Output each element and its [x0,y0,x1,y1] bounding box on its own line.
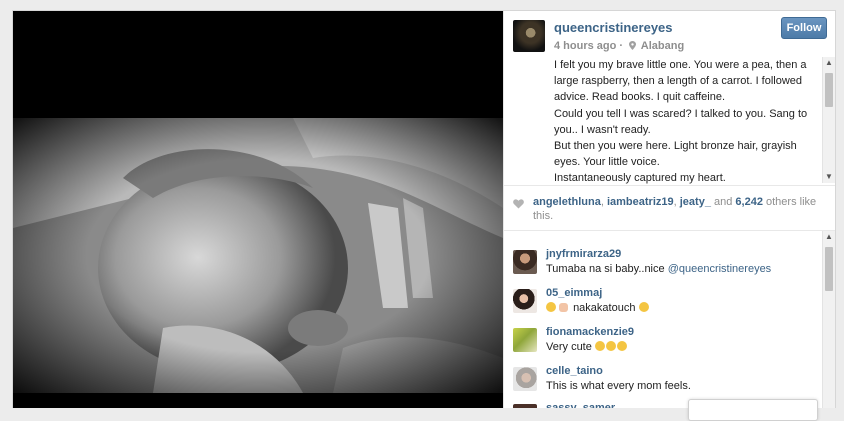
follow-button[interactable]: Follow [781,17,827,39]
commenter-avatar[interactable] [513,289,537,313]
comment-username[interactable]: celle_taino [546,365,603,377]
comment-username[interactable]: fionamackenzie9 [546,326,634,338]
location-pin-icon [629,41,637,50]
likes-and: and [710,196,736,208]
heart-eyes-emoji-icon [546,302,556,312]
heart-eyes-emoji-icon [616,341,627,351]
arrow-up-icon[interactable]: ▲ [823,57,835,69]
comment-username[interactable]: sassy_samer [546,402,615,408]
post-time[interactable]: 4 hours ago [554,40,616,52]
comment-item: celle_taino This is what every mom feels… [504,365,822,401]
post-location[interactable]: Alabang [641,40,684,52]
liker-link[interactable]: jeaty_ [680,196,711,208]
likes-separator: , [673,196,677,208]
post-sidebar: queencristinereyes 4 hours ago · Alabang… [503,11,835,408]
comments-scrollbar[interactable]: ▲ [822,231,835,408]
author-username[interactable]: queencristinereyes [554,20,673,35]
baby-photo-image [13,118,503,393]
comment-body: Very cute [546,341,595,353]
author-avatar[interactable] [513,20,545,52]
comment-body: This is what every mom feels. [546,380,691,392]
arrow-down-icon[interactable]: ▼ [823,171,835,183]
heart-icon[interactable] [513,198,524,209]
comment-text: Very cute [546,341,628,353]
heart-eyes-emoji-icon [638,302,649,312]
comment-input-popup[interactable] [688,399,818,421]
liker-link[interactable]: angelethluna [533,196,601,208]
meta-separator: · [619,40,624,52]
commenter-avatar[interactable] [513,404,537,408]
comment-text: Tumaba na si baby..nice @queencristinere… [546,263,771,275]
post-meta: 4 hours ago · Alabang [554,40,684,52]
caption-line: Instantaneously captured my heart. [554,172,726,184]
post-modal: queencristinereyes 4 hours ago · Alabang… [12,10,836,408]
likes-section: angelethluna, iambeatriz19, jeaty_ and 6… [504,185,835,231]
heart-eyes-emoji-icon [605,341,616,351]
comment-item: 05_eimmaj nakakatouch [504,287,822,323]
post-photo[interactable] [13,11,503,408]
commenter-avatar[interactable] [513,250,537,274]
comment-text: nakakatouch [546,302,650,314]
comments-list: jnyfrmirarza29 Tumaba na si baby..nice @… [504,231,822,408]
caption-line: I felt you my brave little one. You were… [554,59,807,104]
comment-text: This is what every mom feels. [546,380,691,392]
hand-emoji-icon [559,303,568,312]
caption-line: But then you were here. Light bronze hai… [554,140,797,169]
comment-body: Tumaba na si baby..nice [546,263,668,275]
caption-scroll-thumb[interactable] [825,73,833,107]
comment-item: jnyfrmirarza29 Tumaba na si baby..nice @… [504,248,822,284]
comment-username[interactable]: 05_eimmaj [546,287,602,299]
liker-link[interactable]: iambeatriz19 [607,196,674,208]
likes-count[interactable]: 6,242 [735,196,763,208]
likes-text: angelethluna, iambeatriz19, jeaty_ and 6… [533,196,823,223]
commenter-avatar[interactable] [513,367,537,391]
comment-username[interactable]: jnyfrmirarza29 [546,248,621,260]
caption-line: Could you tell I was scared? I talked to… [554,107,808,136]
likes-separator: , [600,196,604,208]
arrow-up-icon[interactable]: ▲ [823,231,835,243]
comment-body: nakakatouch [573,302,636,314]
post-header: queencristinereyes 4 hours ago · Alabang… [504,11,835,52]
comment-mention[interactable]: @queencristinereyes [668,263,772,275]
commenter-avatar[interactable] [513,328,537,352]
comments-scroll-thumb[interactable] [825,247,833,291]
comment-item: fionamackenzie9 Very cute [504,326,822,362]
post-caption: I felt you my brave little one. You were… [554,57,816,184]
heart-eyes-emoji-icon [594,341,605,351]
caption-scrollbar[interactable]: ▲ ▼ [822,57,835,183]
